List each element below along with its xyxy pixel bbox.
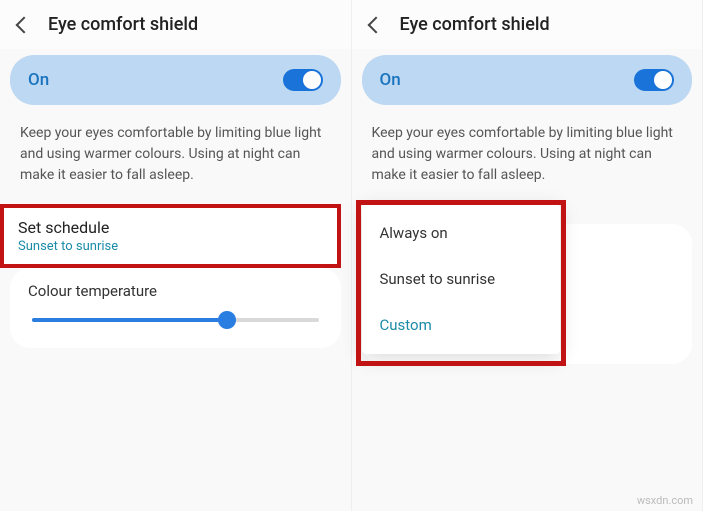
schedule-popup: Always on Sunset to sunrise Custom — [362, 204, 560, 354]
toggle-knob — [303, 71, 321, 89]
option-sunset-sunrise[interactable]: Sunset to sunrise — [362, 256, 560, 302]
page-title: Eye comfort shield — [48, 14, 198, 35]
back-icon[interactable] — [16, 16, 33, 33]
set-schedule-value: Sunset to sunrise — [18, 239, 323, 254]
colour-temp-card: Colour temperature — [10, 268, 341, 348]
page-title: Eye comfort shield — [400, 14, 550, 35]
colour-temp-label: Colour temperature — [10, 268, 341, 304]
master-toggle-row[interactable]: On — [10, 55, 341, 105]
option-custom[interactable]: Custom — [362, 302, 560, 348]
master-toggle-row[interactable]: On — [362, 55, 693, 105]
toggle-switch[interactable] — [283, 69, 323, 91]
screenshot-left: Eye comfort shield On Keep your eyes com… — [0, 0, 352, 511]
description-text: Keep your eyes comfortable by limiting b… — [352, 105, 703, 204]
description-text: Keep your eyes comfortable by limiting b… — [0, 105, 351, 204]
schedule-popup-area: Always on Sunset to sunrise Custom — [362, 204, 693, 354]
screenshot-right: Eye comfort shield On Keep your eyes com… — [352, 0, 703, 511]
watermark: wsxdn.com — [637, 494, 693, 507]
option-always-on[interactable]: Always on — [362, 210, 560, 256]
header-left: Eye comfort shield — [0, 0, 351, 49]
colour-temp-slider[interactable] — [32, 318, 319, 322]
set-schedule-row[interactable]: Set schedule Sunset to sunrise — [0, 204, 341, 268]
colour-temp-slider-wrap — [10, 304, 341, 348]
slider-thumb[interactable] — [218, 311, 236, 329]
toggle-knob — [654, 71, 672, 89]
back-icon[interactable] — [367, 16, 384, 33]
toggle-switch[interactable] — [634, 69, 674, 91]
header-right: Eye comfort shield — [352, 0, 703, 49]
slider-fill — [32, 318, 227, 322]
master-toggle-label: On — [380, 70, 401, 90]
set-schedule-title: Set schedule — [18, 218, 323, 237]
master-toggle-label: On — [28, 70, 49, 90]
